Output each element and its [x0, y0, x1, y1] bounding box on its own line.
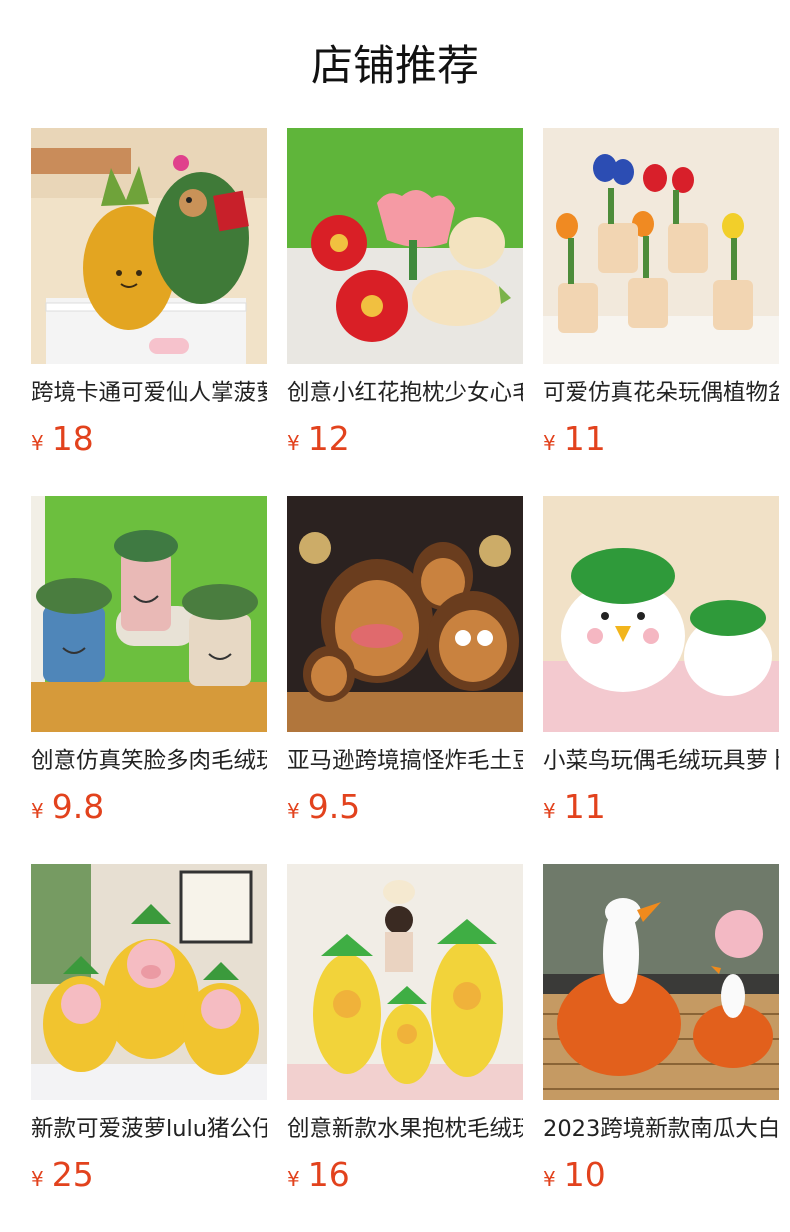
currency-symbol: ¥ — [31, 799, 44, 823]
section-title: 店铺推荐 — [310, 41, 479, 90]
product-price: ¥12 — [287, 420, 523, 458]
flower-pillow-plush-image[interactable] — [287, 128, 523, 364]
product-name[interactable]: 创意新款水果抱枕毛绒玩具菠萝 — [287, 1114, 523, 1144]
price-value: 11 — [563, 419, 606, 458]
currency-symbol: ¥ — [287, 431, 300, 455]
price-value: 11 — [563, 787, 606, 826]
product-name[interactable]: 创意小红花抱枕少女心毛绒玩具 — [287, 378, 523, 408]
product-price: ¥11 — [543, 788, 779, 826]
currency-symbol: ¥ — [31, 431, 44, 455]
product-name[interactable]: 可爱仿真花朵玩偶植物盆栽摆件 — [543, 378, 779, 408]
currency-symbol: ¥ — [287, 1167, 300, 1191]
product-price: ¥11 — [543, 420, 779, 458]
product-price: ¥10 — [543, 1156, 779, 1194]
succulent-smile-plush-image[interactable] — [31, 496, 267, 732]
product-name[interactable]: 亚马逊跨境搞怪炸毛土豆毛绒玩具 — [287, 746, 523, 776]
product-card[interactable]: 创意小红花抱枕少女心毛绒玩具 ¥12 — [287, 128, 523, 458]
product-price: ¥25 — [31, 1156, 267, 1194]
product-card[interactable]: 新款可爱菠萝lulu猪公仔玩偶 ¥25 — [31, 864, 267, 1194]
price-value: 18 — [51, 419, 94, 458]
tulip-pot-plush-image[interactable] — [543, 128, 779, 364]
product-card[interactable]: 可爱仿真花朵玩偶植物盆栽摆件 ¥11 — [543, 128, 779, 458]
price-value: 12 — [307, 419, 350, 458]
product-name[interactable]: 新款可爱菠萝lulu猪公仔玩偶 — [31, 1114, 267, 1144]
price-value: 16 — [307, 1155, 350, 1194]
product-name[interactable]: 创意仿真笑脸多肉毛绒玩具盆栽 — [31, 746, 267, 776]
product-price: ¥9.5 — [287, 788, 523, 826]
price-value: 9.8 — [51, 787, 105, 826]
product-name[interactable]: 跨境卡通可爱仙人掌菠萝毛绒玩具 — [31, 378, 267, 408]
currency-symbol: ¥ — [543, 1167, 556, 1191]
radish-bird-plush-image[interactable] — [543, 496, 779, 732]
pineapple-cactus-plush-image[interactable] — [31, 128, 267, 364]
price-value: 25 — [51, 1155, 94, 1194]
product-name[interactable]: 小菜鸟玩偶毛绒玩具萝卜抱枕 — [543, 746, 779, 776]
currency-symbol: ¥ — [31, 1167, 44, 1191]
product-name[interactable]: 2023跨境新款南瓜大白鹅毛绒玩具 — [543, 1114, 779, 1144]
pumpkin-goose-plush-image[interactable] — [543, 864, 779, 1100]
product-card[interactable]: 2023跨境新款南瓜大白鹅毛绒玩具 ¥10 — [543, 864, 779, 1194]
pineapple-pig-plush-image[interactable] — [31, 864, 267, 1100]
product-price: ¥18 — [31, 420, 267, 458]
potato-monster-plush-image[interactable] — [287, 496, 523, 732]
product-card[interactable]: 创意新款水果抱枕毛绒玩具菠萝 ¥16 — [287, 864, 523, 1194]
price-value: 9.5 — [307, 787, 361, 826]
product-card[interactable]: 跨境卡通可爱仙人掌菠萝毛绒玩具 ¥18 — [31, 128, 267, 458]
currency-symbol: ¥ — [287, 799, 300, 823]
currency-symbol: ¥ — [543, 799, 556, 823]
price-value: 10 — [563, 1155, 606, 1194]
product-card[interactable]: 小菜鸟玩偶毛绒玩具萝卜抱枕 ¥11 — [543, 496, 779, 826]
product-price: ¥9.8 — [31, 788, 267, 826]
pineapple-pillow-plush-image[interactable] — [287, 864, 523, 1100]
currency-symbol: ¥ — [543, 431, 556, 455]
product-card[interactable]: 亚马逊跨境搞怪炸毛土豆毛绒玩具 ¥9.5 — [287, 496, 523, 826]
product-card[interactable]: 创意仿真笑脸多肉毛绒玩具盆栽 ¥9.8 — [31, 496, 267, 826]
product-price: ¥16 — [287, 1156, 523, 1194]
